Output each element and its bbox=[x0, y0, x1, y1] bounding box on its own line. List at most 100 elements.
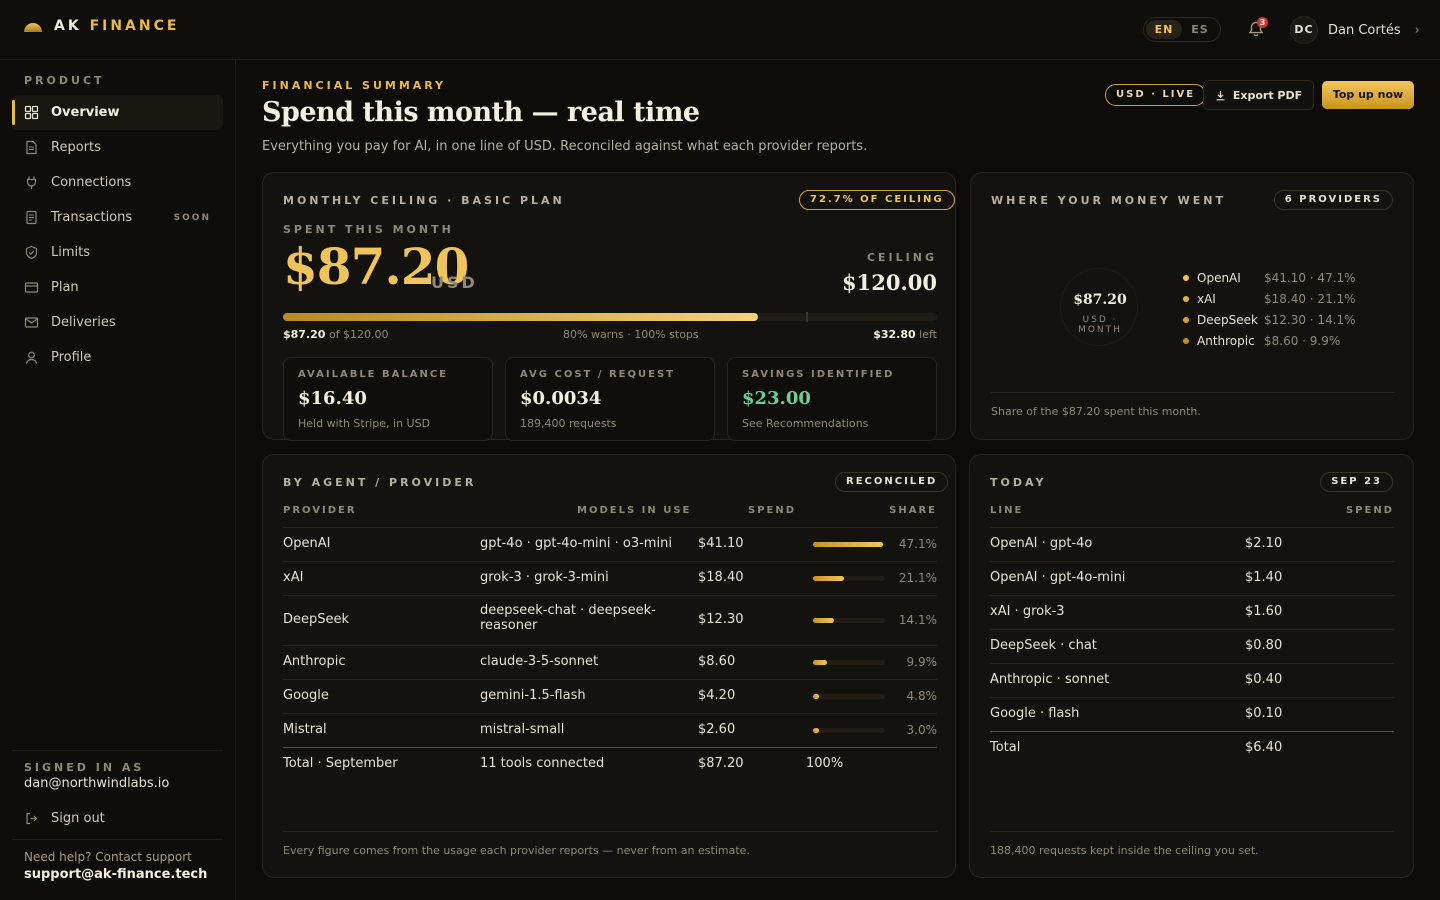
notification-count-badge: 3 bbox=[1257, 17, 1268, 28]
card-title: BY AGENT / PROVIDER bbox=[283, 476, 477, 489]
card-footer: 188,400 requests kept inside the ceiling… bbox=[990, 831, 1394, 857]
table-row[interactable]: Google gemini-1.5-flash $4.20 4.8% bbox=[283, 679, 937, 713]
logo-mark-icon bbox=[24, 22, 42, 32]
provider-name: DeepSeek bbox=[283, 612, 350, 627]
logo[interactable]: AK FINANCE bbox=[24, 18, 179, 34]
page-eyebrow: FINANCIAL SUMMARY bbox=[262, 79, 447, 92]
sidebar-item-deliveries[interactable]: Deliveries bbox=[12, 305, 223, 340]
sign-out-label: Sign out bbox=[51, 810, 105, 826]
sidebar-item-label: Transactions bbox=[51, 210, 133, 225]
total-spend: $6.40 bbox=[1245, 740, 1283, 755]
legend-name: xAI bbox=[1197, 291, 1216, 306]
line-name: DeepSeek · chat bbox=[990, 638, 1097, 653]
lang-es-button[interactable]: ES bbox=[1182, 20, 1218, 39]
legend-name: Anthropic bbox=[1197, 333, 1255, 348]
sidebar-item-connections[interactable]: Connections bbox=[12, 165, 223, 200]
legend-value: $18.40 · 21.1% bbox=[1264, 291, 1356, 306]
language-switch: EN ES bbox=[1143, 17, 1221, 42]
sidebar-item-profile[interactable]: Profile bbox=[12, 340, 223, 375]
table-row[interactable]: Google · flash $0.10 bbox=[990, 697, 1394, 731]
sidebar-item-plan[interactable]: Plan bbox=[12, 270, 223, 305]
table-row[interactable]: Anthropic · sonnet $0.40 bbox=[990, 663, 1394, 697]
models-list: grok-3 · grok-3-mini bbox=[480, 570, 609, 585]
legend-name: OpenAI bbox=[1197, 270, 1241, 285]
share-bar-fill bbox=[813, 618, 834, 623]
plug-icon bbox=[26, 176, 37, 189]
notifications-bell-icon[interactable]: 3 bbox=[1247, 17, 1268, 38]
table-row[interactable]: DeepSeek · chat $0.80 bbox=[990, 629, 1394, 663]
progress-spent: $87.20 of $120.00 bbox=[283, 328, 389, 341]
grid-icon bbox=[24, 105, 39, 120]
table-row[interactable]: DeepSeek deepseek-chat · deepseek-reasone… bbox=[283, 595, 937, 645]
help-section: Need help? Contact support support@ak-fi… bbox=[12, 839, 223, 882]
brand-first: AK bbox=[54, 18, 82, 34]
ceiling-label: CEILING bbox=[866, 251, 937, 264]
sidebar-item-reports[interactable]: Reports bbox=[12, 130, 223, 165]
progress-spent-amount: $87.20 bbox=[283, 328, 326, 341]
share-bar bbox=[813, 660, 885, 665]
user-icon bbox=[25, 351, 38, 364]
progress-remaining: $32.80 left bbox=[873, 328, 937, 341]
top-up-button[interactable]: Top up now bbox=[1322, 81, 1414, 109]
col-share: SHARE bbox=[889, 505, 937, 516]
models-list: gemini-1.5-flash bbox=[480, 688, 586, 703]
receipt-icon bbox=[26, 210, 37, 225]
col-spend: SPEND bbox=[1345, 505, 1394, 516]
total-tools: 11 tools connected bbox=[480, 756, 605, 771]
ceiling-progress-fill bbox=[283, 313, 759, 321]
share-percent: 14.1% bbox=[898, 613, 937, 627]
sign-out-button[interactable]: Sign out bbox=[12, 807, 223, 829]
legend-item: OpenAI $41.10 · 47.1% bbox=[1183, 267, 1356, 288]
ceiling-value: $120.00 bbox=[842, 270, 937, 295]
user-menu[interactable]: DC Dan Cortés › bbox=[1290, 16, 1420, 44]
models-list: deepseek-chat · deepseek-reasoner bbox=[480, 603, 656, 633]
line-name: Anthropic · sonnet bbox=[990, 672, 1110, 687]
total-spend: $87.20 bbox=[698, 756, 744, 771]
line-spend: $0.40 bbox=[1245, 672, 1283, 687]
share-percent: 21.1% bbox=[898, 571, 937, 585]
line-spend: $2.10 bbox=[1245, 536, 1283, 551]
brand-name: AK FINANCE bbox=[54, 18, 179, 34]
table-row[interactable]: xAI · grok-3 $1.60 bbox=[990, 595, 1394, 629]
share-bar bbox=[813, 542, 885, 547]
donut-total: $87.20 bbox=[1073, 292, 1127, 308]
kpi-sub: Held with Stripe, in USD bbox=[298, 417, 431, 430]
download-icon bbox=[1216, 90, 1225, 100]
spend-value: $18.40 bbox=[698, 570, 744, 585]
share-bar-fill bbox=[813, 542, 883, 547]
share-bar bbox=[813, 694, 885, 699]
brand-second: FINANCE bbox=[89, 18, 180, 34]
line-spend: $0.10 bbox=[1245, 706, 1283, 721]
spend-value: $4.20 bbox=[698, 688, 736, 703]
monthly-ceiling-card: MONTHLY CEILING · BASIC PLAN 72.7% OF CE… bbox=[262, 172, 956, 441]
progress-spent-of: of $120.00 bbox=[328, 328, 389, 341]
sidebar-item-limits[interactable]: Limits bbox=[12, 235, 223, 270]
lang-en-button[interactable]: EN bbox=[1146, 20, 1182, 39]
mail-icon bbox=[24, 317, 39, 328]
legend-name: DeepSeek bbox=[1197, 312, 1258, 327]
reconciled-badge: RECONCILED bbox=[835, 472, 949, 492]
table-row[interactable]: OpenAI · gpt-4o-mini $1.40 bbox=[990, 561, 1394, 595]
table-row[interactable]: OpenAI · gpt-4o $2.10 bbox=[990, 527, 1394, 561]
sidebar-item-transactions[interactable]: Transactions SOON bbox=[12, 200, 223, 235]
table-row[interactable]: Mistral mistral-small $2.60 3.0% bbox=[283, 713, 937, 747]
table-row[interactable]: xAI grok-3 · grok-3-mini $18.40 21.1% bbox=[283, 561, 937, 595]
table-total-row: Total · September 11 tools connected $87.2… bbox=[283, 747, 937, 781]
table-row[interactable]: OpenAI gpt-4o · gpt-4o-mini · o3-mini $41.… bbox=[283, 527, 937, 561]
table-header: LINE SPEND bbox=[990, 505, 1394, 521]
legend-value: $12.30 · 14.1% bbox=[1264, 312, 1356, 327]
col-line: LINE bbox=[990, 505, 1024, 516]
spend-value: $12.30 bbox=[698, 612, 744, 627]
export-pdf-button[interactable]: Export PDF bbox=[1203, 80, 1314, 110]
support-email-link[interactable]: support@ak-finance.tech bbox=[24, 867, 211, 882]
line-name: Google · flash bbox=[990, 706, 1080, 721]
col-spend: SPEND bbox=[748, 505, 797, 516]
share-bar-fill bbox=[813, 728, 819, 733]
sidebar-item-label: Plan bbox=[51, 280, 79, 295]
sidebar-item-overview[interactable]: Overview bbox=[12, 95, 223, 130]
recommendations-link[interactable]: See Recommendations bbox=[742, 417, 868, 430]
share-percent: 47.1% bbox=[898, 537, 937, 551]
sidebar-item-label: Reports bbox=[51, 140, 101, 155]
kpi-savings[interactable]: SAVINGS IDENTIFIED $23.00 See Recommenda… bbox=[727, 357, 937, 441]
table-row[interactable]: Anthropic claude-3-5-sonnet $8.60 9.9% bbox=[283, 645, 937, 679]
